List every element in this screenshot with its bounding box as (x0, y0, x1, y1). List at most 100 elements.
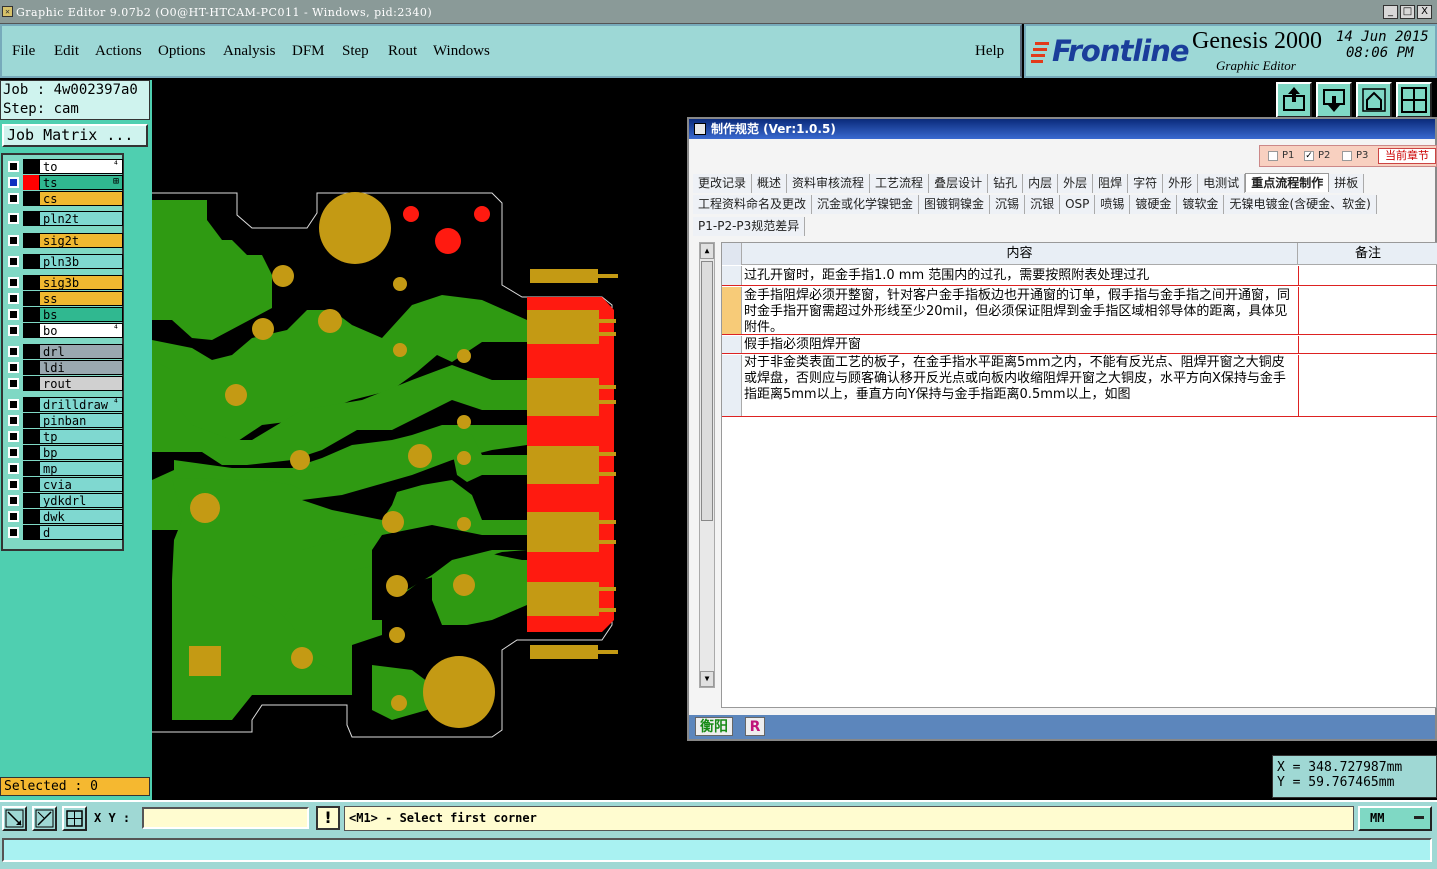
layer-row-ldi[interactable]: ldi (5, 360, 123, 375)
layer-name[interactable]: d (39, 525, 123, 540)
tab[interactable]: 概述 (752, 174, 788, 193)
layer-name[interactable]: pln3b (39, 254, 123, 269)
import-icon[interactable] (1316, 82, 1352, 118)
layer-color-swatch[interactable] (23, 477, 39, 492)
layer-name[interactable]: sig3b (39, 275, 123, 290)
layer-color-swatch[interactable] (23, 159, 39, 174)
tab[interactable]: 喷锡 (1095, 195, 1131, 214)
layer-row-ss[interactable]: ss (5, 291, 123, 306)
layer-row-mp[interactable]: mp (5, 461, 123, 476)
maximize-button[interactable]: □ (1400, 5, 1415, 19)
scroll-down-icon[interactable]: ▼ (700, 671, 714, 687)
layer-row-bs[interactable]: bs (5, 307, 123, 322)
layer-name[interactable]: bp (39, 445, 123, 460)
menu-actions[interactable]: Actions (95, 43, 142, 60)
layer-checkbox[interactable] (8, 293, 19, 304)
layer-row-cs[interactable]: cs (5, 191, 123, 206)
layer-row-d[interactable]: d (5, 525, 123, 540)
vertical-scrollbar[interactable]: ▲ ▼ (699, 242, 715, 688)
tab[interactable]: 内层 (1023, 174, 1059, 193)
layer-checkbox[interactable] (8, 495, 19, 506)
menu-step[interactable]: Step (342, 43, 369, 60)
layer-checkbox[interactable] (8, 309, 19, 320)
layer-row-bp[interactable]: bp (5, 445, 123, 460)
layer-row-drl[interactable]: drl (5, 344, 123, 359)
layer-name[interactable]: ydkdrl (39, 493, 123, 508)
layer-name[interactable]: bo (39, 323, 123, 338)
tab[interactable]: P1-P2-P3规范差异 (693, 217, 806, 236)
page-p2-checkbox[interactable]: ✓ (1304, 151, 1314, 161)
layer-checkbox[interactable] (8, 362, 19, 373)
tab[interactable]: 阻焊 (1093, 174, 1129, 193)
job-matrix-button[interactable]: Job Matrix ... (2, 124, 148, 147)
tab[interactable]: 沉金或化学镍钯金 (812, 195, 920, 214)
menu-file[interactable]: File (12, 43, 35, 60)
tab[interactable]: 钻孔 (988, 174, 1024, 193)
menu-help[interactable]: Help (975, 43, 1004, 60)
tab[interactable]: 资料审核流程 (787, 174, 871, 193)
layer-color-swatch[interactable] (23, 233, 39, 248)
units-selector[interactable]: MM (1358, 806, 1432, 831)
layer-row-sig3b[interactable]: sig3b (5, 275, 123, 290)
layer-checkbox[interactable] (8, 378, 19, 389)
tab[interactable]: 工程资料命名及更改 (693, 195, 813, 214)
layer-color-swatch[interactable] (23, 525, 39, 540)
layer-checkbox[interactable] (8, 399, 19, 410)
layer-color-swatch[interactable] (23, 254, 39, 269)
user-badge[interactable]: 衡阳 (695, 717, 733, 736)
tab[interactable]: 沉锡 (990, 195, 1026, 214)
layer-color-swatch[interactable] (23, 344, 39, 359)
warning-icon[interactable]: ! (316, 806, 340, 830)
tab[interactable]: 外形 (1163, 174, 1199, 193)
layer-row-bo[interactable]: bo ⁴ (5, 323, 123, 338)
layer-color-swatch[interactable] (23, 191, 39, 206)
layer-row-cvia[interactable]: cvia (5, 477, 123, 492)
layer-row-pln3b[interactable]: pln3b (5, 254, 123, 269)
tab[interactable]: OSP (1060, 195, 1096, 214)
table-row[interactable]: 假手指必须阻焊开窗 (722, 336, 1437, 354)
layer-checkbox[interactable] (8, 463, 19, 474)
layer-checkbox[interactable] (8, 325, 19, 336)
tab[interactable]: 叠层设计 (929, 174, 989, 193)
layer-checkbox[interactable] (8, 177, 19, 188)
layer-color-swatch[interactable] (23, 323, 39, 338)
layer-name[interactable]: cs (39, 191, 123, 206)
layer-checkbox[interactable] (8, 511, 19, 522)
layer-color-swatch[interactable] (23, 211, 39, 226)
table-row[interactable]: 对于非金类表面工艺的板子，在金手指水平距离5mm之内，不能有反光点、阻焊开窗之大… (722, 355, 1437, 417)
r-button[interactable]: R (745, 717, 765, 736)
layer-color-swatch[interactable] (23, 397, 39, 412)
layer-checkbox[interactable] (8, 193, 19, 204)
layer-checkbox[interactable] (8, 447, 19, 458)
layer-color-swatch[interactable] (23, 291, 39, 306)
tab[interactable]: 字符 (1128, 174, 1164, 193)
current-section-button[interactable]: 当前章节 (1378, 148, 1436, 164)
layer-row-tp[interactable]: tp (5, 429, 123, 444)
layer-name[interactable]: mp (39, 461, 123, 476)
row-header[interactable] (722, 355, 742, 416)
tab[interactable]: 更改记录 (693, 174, 753, 193)
layer-name[interactable]: ldi (39, 360, 123, 375)
layer-row-to[interactable]: to ⁴ (5, 159, 123, 174)
layer-checkbox[interactable] (8, 161, 19, 172)
layer-color-swatch[interactable] (23, 429, 39, 444)
row-header[interactable] (722, 336, 742, 353)
layer-name[interactable]: tp (39, 429, 123, 444)
home-view-icon[interactable] (1356, 82, 1392, 118)
zoom-fit-icon[interactable] (1396, 82, 1432, 118)
tab[interactable]: 镀软金 (1177, 195, 1225, 214)
menu-options[interactable]: Options (158, 43, 206, 60)
layer-row-sig2t[interactable]: sig2t (5, 233, 123, 248)
page-p3-checkbox[interactable] (1342, 151, 1352, 161)
tab[interactable]: 无镍电镀金(含硬金、软金) (1224, 195, 1377, 214)
layer-name[interactable]: sig2t (39, 233, 123, 248)
grid-icon[interactable] (62, 806, 87, 831)
layer-checkbox[interactable] (8, 431, 19, 442)
layer-name[interactable]: ts (39, 175, 123, 190)
snap-icon[interactable] (2, 806, 27, 831)
layer-checkbox[interactable] (8, 235, 19, 246)
layer-color-swatch[interactable] (23, 376, 39, 391)
layer-name[interactable]: cvia (39, 477, 123, 492)
message-field[interactable] (2, 838, 1432, 862)
layer-color-swatch[interactable] (23, 175, 39, 190)
